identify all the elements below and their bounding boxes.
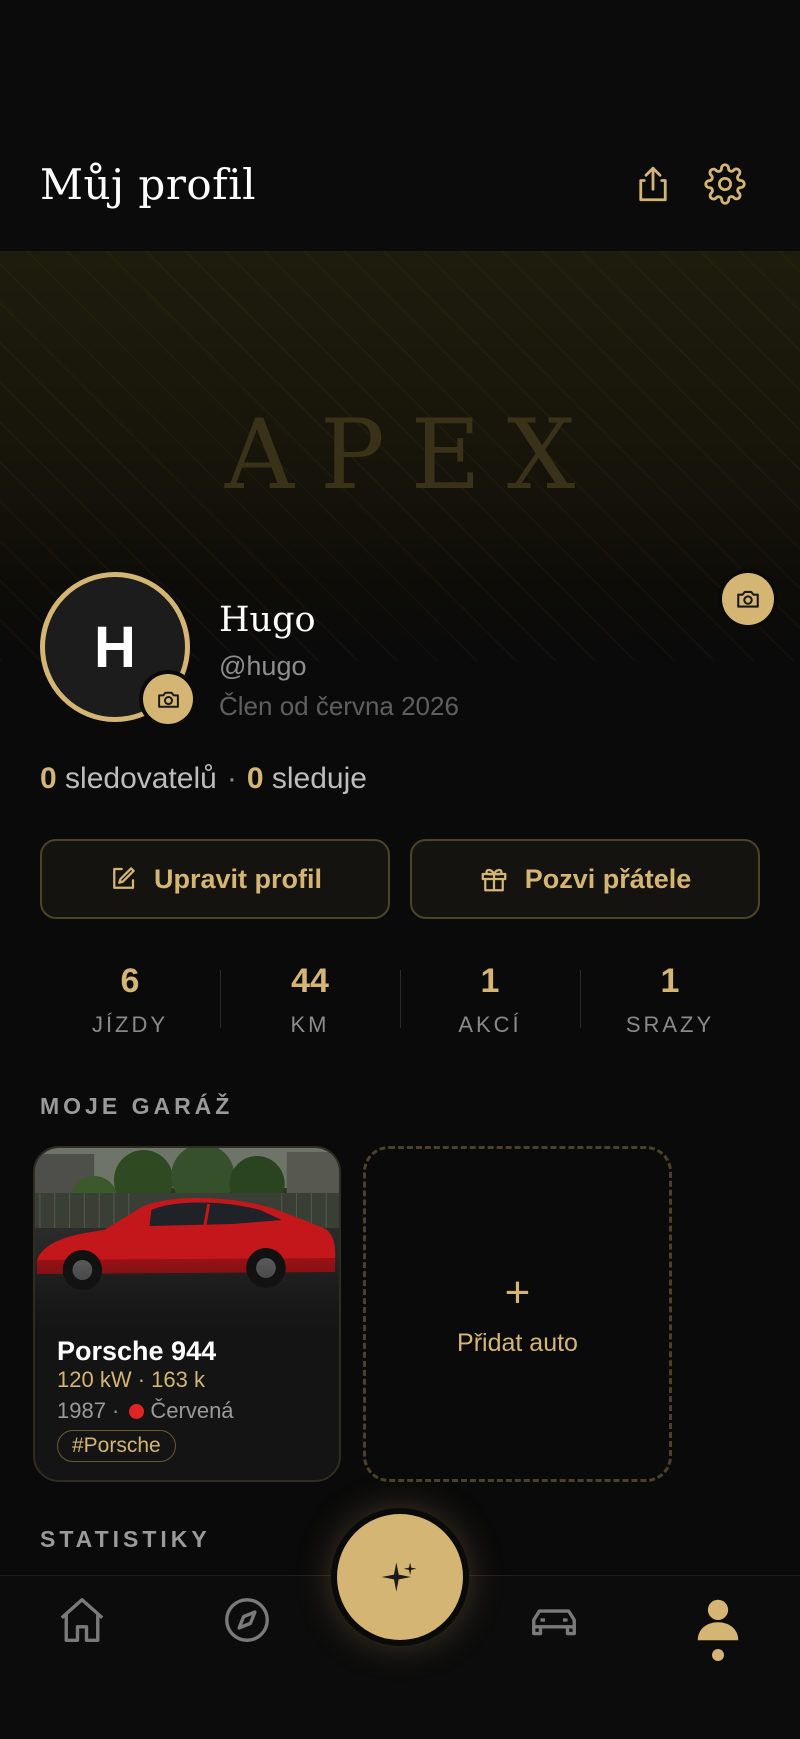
camera-icon bbox=[157, 691, 179, 708]
stats-row: 6 JÍZDY 44 KM 1 AKCÍ 1 SRAZY bbox=[40, 960, 760, 1040]
edit-profile-button[interactable]: Upravit profil bbox=[40, 839, 390, 919]
invite-friends-button[interactable]: Pozvi přátele bbox=[410, 839, 760, 919]
separator-dot: · bbox=[226, 762, 237, 795]
add-car-button[interactable]: + Přidat auto bbox=[363, 1146, 672, 1482]
edit-profile-label: Upravit profil bbox=[153, 863, 322, 894]
stat-value: 1 bbox=[480, 962, 500, 1000]
compass-icon bbox=[225, 1598, 269, 1642]
stat-label: SRAZY bbox=[625, 1012, 715, 1037]
stat-km: 44 KM bbox=[220, 960, 400, 1040]
user-name: Hugo bbox=[219, 600, 316, 640]
header: Můj profil bbox=[0, 0, 800, 251]
garage-heading: MOJE GARÁŽ bbox=[40, 1093, 234, 1119]
stat-rides: 6 JÍZDY bbox=[40, 960, 220, 1040]
edit-icon bbox=[113, 867, 135, 889]
gift-icon bbox=[481, 868, 507, 892]
stat-meetups: 1 SRAZY bbox=[580, 960, 760, 1040]
car-icon bbox=[532, 1609, 576, 1636]
tab-profile[interactable] bbox=[688, 1590, 748, 1650]
tab-garage[interactable] bbox=[524, 1590, 584, 1650]
stat-value: 44 bbox=[291, 962, 329, 1000]
add-car-label: Přidat auto bbox=[457, 1328, 578, 1357]
plus-icon: + bbox=[504, 1267, 531, 1317]
fab-sparkle-button[interactable] bbox=[337, 1514, 463, 1640]
gear-icon[interactable] bbox=[703, 162, 747, 206]
statistics-heading: STATISTIKY bbox=[40, 1526, 211, 1552]
following-link[interactable]: 0 sleduje bbox=[247, 762, 367, 795]
car-year: 1987 · bbox=[57, 1398, 120, 1423]
change-avatar-button[interactable] bbox=[143, 674, 193, 724]
car-color: Červená bbox=[150, 1398, 234, 1423]
user-handle: @hugo bbox=[219, 651, 307, 681]
following-label: sleduje bbox=[271, 762, 367, 795]
page-title: Můj profil bbox=[40, 160, 257, 209]
following-count: 0 bbox=[246, 762, 264, 795]
member-since: Člen od června 2026 bbox=[219, 691, 459, 721]
car-photo bbox=[35, 1148, 339, 1348]
invite-friends-label: Pozvi přátele bbox=[524, 863, 692, 894]
avatar-initial: H bbox=[94, 614, 136, 680]
stat-events: 1 AKCÍ bbox=[400, 960, 580, 1040]
active-tab-indicator bbox=[712, 1649, 724, 1661]
stat-value: 6 bbox=[120, 962, 140, 1000]
stat-label: KM bbox=[290, 1012, 330, 1037]
cover-logo: APEX bbox=[224, 399, 602, 511]
home-icon bbox=[60, 1598, 104, 1642]
follow-counts: 0 sledovatelů · 0 sleduje bbox=[40, 762, 367, 796]
camera-icon bbox=[737, 590, 759, 608]
car-spec: 120 kW · 163 k bbox=[57, 1367, 205, 1392]
stat-value: 1 bbox=[660, 962, 680, 1000]
stat-label: AKCÍ bbox=[458, 1012, 522, 1037]
change-cover-button[interactable] bbox=[722, 573, 774, 625]
share-icon[interactable] bbox=[631, 162, 675, 206]
followers-count: 0 bbox=[40, 762, 57, 795]
car-name: Porsche 944 bbox=[57, 1336, 217, 1366]
profile-icon bbox=[697, 1599, 739, 1641]
followers-label: sledovatelů bbox=[65, 762, 217, 795]
car-meta: 1987 · Červená bbox=[57, 1398, 234, 1424]
followers-link[interactable]: 0 sledovatelů bbox=[40, 762, 217, 795]
tab-explore[interactable] bbox=[217, 1590, 277, 1650]
color-dot-icon bbox=[129, 1403, 145, 1419]
car-tag[interactable]: #Porsche bbox=[57, 1430, 176, 1462]
car-card[interactable]: Porsche 944 120 kW · 163 k 1987 · Červen… bbox=[33, 1146, 341, 1482]
tab-home[interactable] bbox=[52, 1590, 112, 1650]
stat-label: JÍZDY bbox=[91, 1012, 169, 1037]
sparkle-icon bbox=[381, 1562, 417, 1592]
